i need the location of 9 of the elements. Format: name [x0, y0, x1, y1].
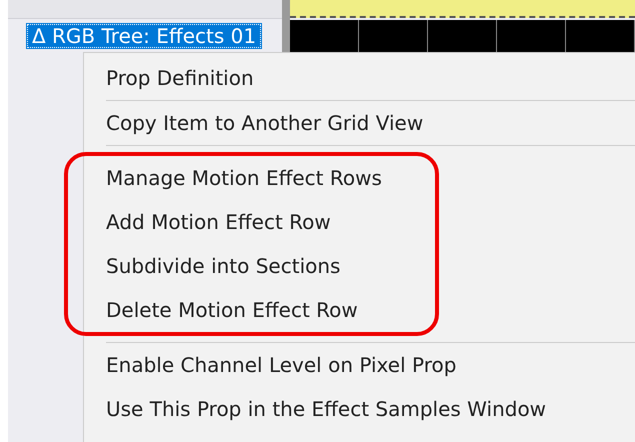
menu-item[interactable]: Copy Item to Another Grid View: [84, 101, 635, 145]
menu-item[interactable]: Prop Definition: [84, 56, 635, 100]
menu-item[interactable]: Delete Motion Effect Row: [84, 288, 435, 332]
menu-item[interactable]: Manage Motion Effect Rows: [84, 156, 435, 200]
menu-item[interactable]: Subdivide into Sections: [84, 244, 435, 288]
menu-item[interactable]: Enable Channel Level on Pixel Prop: [84, 343, 635, 387]
tree-item[interactable]: Δ RGB Tree: Effects 01: [26, 23, 262, 49]
menu-item[interactable]: Add Motion Effect Row: [84, 200, 435, 244]
menu-item[interactable]: Use This Prop in the Effect Samples Window: [84, 387, 635, 431]
